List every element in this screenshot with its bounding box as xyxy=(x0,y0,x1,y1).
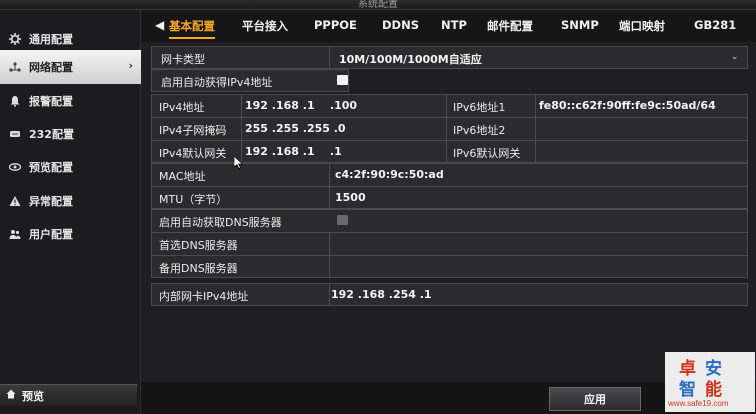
mouse-cursor-icon xyxy=(233,154,244,173)
mtu-field[interactable]: 1500 xyxy=(335,191,366,204)
tab-snmp[interactable]: SNMP xyxy=(561,18,599,32)
tab-basic[interactable]: 基本配置 xyxy=(169,18,215,39)
tab-email[interactable]: 邮件配置 xyxy=(487,18,533,34)
window-title: 系统配置 xyxy=(358,0,398,10)
watermark-url: www.safe19.com xyxy=(668,399,729,408)
dns-secondary-label: 备用DNS服务器 xyxy=(159,262,238,275)
dns-primary-label: 首选DNS服务器 xyxy=(159,239,238,252)
serial-port-icon xyxy=(8,127,22,141)
ipv4-address-field[interactable]: 192 .168 .1 .100 xyxy=(245,99,357,112)
users-icon xyxy=(8,227,22,241)
dhcp-dns-label: 启用自动获取DNS服务器 xyxy=(159,216,282,229)
nic-type-select[interactable]: 10M/100M/1000M自适应 xyxy=(339,51,482,67)
mac-value: c4:2f:90:9c:50:ad xyxy=(335,168,444,181)
watermark-char: 智 xyxy=(679,380,696,400)
preview-button-label: 预览 xyxy=(22,389,44,403)
eye-icon xyxy=(8,160,22,174)
mac-label: MAC地址 xyxy=(159,170,206,183)
sidebar-item-label: 异常配置 xyxy=(29,195,73,208)
gear-icon xyxy=(8,32,22,46)
ipv4-gateway-field[interactable]: 192 .168 .1 .1 xyxy=(245,145,342,158)
tab-pppoe[interactable]: PPPOE xyxy=(314,18,357,32)
nic-type-label: 网卡类型 xyxy=(161,53,205,66)
tab-platform[interactable]: 平台接入 xyxy=(242,18,288,34)
dhcp-ipv4-label: 启用自动获得IPv4地址 xyxy=(161,76,273,89)
tab-bar: ◀ 基本配置 平台接入 PPPOE DDNS NTP 邮件配置 SNMP 端口映… xyxy=(141,10,756,42)
sidebar-item-label: 预览配置 xyxy=(29,161,73,174)
chevron-down-icon[interactable]: ⌄ xyxy=(731,52,739,62)
ipv4-mask-field[interactable]: 255 .255 .255 .0 xyxy=(245,122,346,135)
tab-ntp[interactable]: NTP xyxy=(441,18,467,32)
sidebar-item-label: 232配置 xyxy=(29,128,74,141)
ipv4-mask-label: IPv4子网掩码 xyxy=(159,124,227,137)
ipv4-gateway-label: IPv4默认网关 xyxy=(159,147,227,160)
home-icon xyxy=(6,389,16,402)
dhcp-dns-checkbox[interactable] xyxy=(337,215,348,225)
internal-nic-field[interactable]: 192 .168 .254 .1 xyxy=(331,288,432,301)
ipv6-address1-field[interactable]: fe80::c62f:90ff:fe9c:50ad/64 xyxy=(539,99,716,112)
apply-button[interactable]: 应用 xyxy=(549,387,641,411)
sidebar-item-232[interactable]: 232配置 xyxy=(0,117,141,151)
mtu-label: MTU（字节） xyxy=(159,193,228,206)
sidebar-item-network[interactable]: 网络配置 › xyxy=(0,50,141,84)
chevron-right-icon: › xyxy=(128,59,133,72)
ipv6-address1-label: IPv6地址1 xyxy=(453,101,506,114)
sidebar-item-exception[interactable]: 异常配置 xyxy=(0,184,141,218)
watermark-char: 能 xyxy=(705,380,722,400)
sidebar-item-label: 通用配置 xyxy=(29,33,73,46)
ipv4-address-label: IPv4地址 xyxy=(159,101,205,114)
ipv6-address2-label: IPv6地址2 xyxy=(453,124,506,137)
ipv6-gateway-label: IPv6默认网关 xyxy=(453,147,521,160)
sidebar: 通用配置 网络配置 › 报警配置 232配置 预览配置 异常配置 用户配置 预览 xyxy=(0,10,141,414)
window-titlebar: 系统配置 xyxy=(0,0,756,10)
sidebar-item-label: 用户配置 xyxy=(29,228,73,241)
tab-port-mapping[interactable]: 端口映射 xyxy=(619,18,665,34)
sidebar-item-label: 报警配置 xyxy=(29,95,73,108)
internal-nic-label: 内部网卡IPv4地址 xyxy=(159,290,249,303)
watermark-logo: 卓 安 智 能 www.safe19.com xyxy=(665,352,755,412)
bottom-bar: 应用 xyxy=(141,382,756,414)
warning-icon xyxy=(8,194,22,208)
tab-ddns[interactable]: DDNS xyxy=(382,18,419,32)
dhcp-ipv4-checkbox[interactable] xyxy=(337,75,348,85)
network-basic-panel: 网卡类型 10M/100M/1000M自适应 ⌄ 启用自动获得IPv4地址 IP… xyxy=(141,42,756,382)
tab-scroll-left-icon[interactable]: ◀ xyxy=(155,18,164,32)
sidebar-item-users[interactable]: 用户配置 xyxy=(0,217,141,251)
sidebar-item-alarm[interactable]: 报警配置 xyxy=(0,84,141,118)
sidebar-item-label: 网络配置 xyxy=(29,61,73,74)
tab-gb28181[interactable]: GB281 xyxy=(694,18,736,32)
sidebar-item-preview[interactable]: 预览配置 xyxy=(0,150,141,184)
network-icon xyxy=(8,60,22,74)
preview-button[interactable]: 预览 xyxy=(0,384,137,406)
alarm-icon xyxy=(8,94,22,108)
